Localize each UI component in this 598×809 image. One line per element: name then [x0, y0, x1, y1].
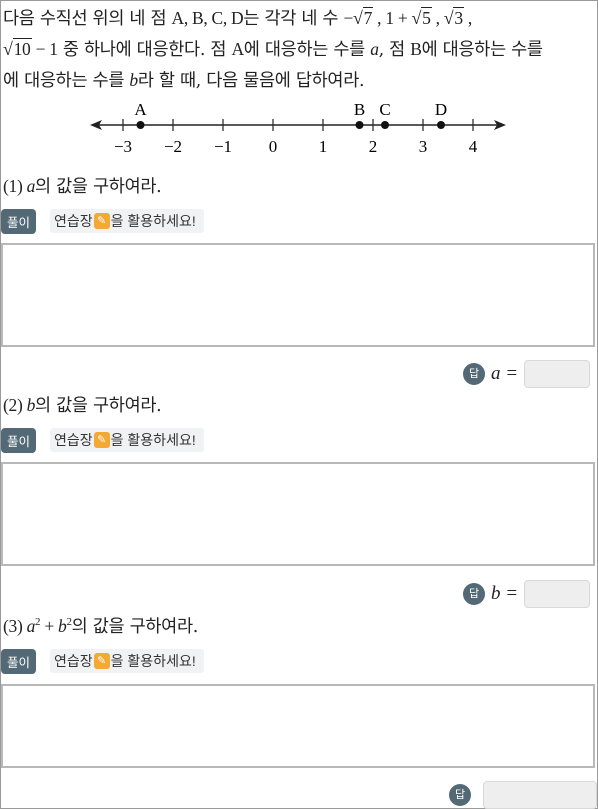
answer-row-3: 답	[449, 781, 597, 809]
work-area-3[interactable]	[1, 684, 595, 768]
tick-label: 1	[319, 137, 328, 156]
sqrt-3: √3	[443, 7, 464, 28]
practice-pad-link[interactable]: 연습장 ✎ 을 활용하세요!	[50, 209, 204, 233]
pencil-icon: ✎	[93, 213, 110, 229]
answer-input-a[interactable]	[524, 360, 591, 388]
solution-row-2: 풀이 연습장 ✎ 을 활용하세요!	[1, 427, 204, 453]
work-area-1[interactable]	[1, 243, 595, 347]
tick-label: 2	[369, 137, 378, 156]
solution-button[interactable]: 풀이	[1, 648, 37, 674]
answer-row-2: 답 b =	[463, 580, 591, 608]
point-C	[381, 121, 389, 129]
point-label-B: B	[354, 100, 365, 119]
question-3: (3) a2 + b2의 값을 구하여라.	[3, 616, 199, 637]
tick-label: 3	[419, 137, 428, 156]
sqrt-7: √7	[353, 7, 374, 28]
practice-pad-link[interactable]: 연습장 ✎ 을 활용하세요!	[50, 649, 204, 673]
question-2: (2) b의 값을 구하여라.	[3, 395, 162, 416]
answer-badge: 답	[463, 583, 485, 605]
tick-label: 0	[269, 137, 278, 156]
solution-button[interactable]: 풀이	[1, 208, 37, 234]
work-area-2[interactable]	[1, 462, 595, 566]
practice-pad-link[interactable]: 연습장 ✎ 을 활용하세요!	[50, 428, 204, 452]
point-B	[355, 121, 364, 129]
point-label-C: C	[379, 100, 390, 119]
point-A	[136, 121, 145, 129]
answer-row-1: 답 a =	[463, 360, 591, 388]
answer-badge: 답	[449, 784, 471, 806]
solution-button[interactable]: 풀이	[1, 427, 37, 453]
point-D	[437, 121, 445, 129]
sqrt-5: √5	[411, 7, 432, 28]
tick-label: −3	[114, 137, 132, 156]
question-1: (1) a의 값을 구하여라.	[3, 176, 162, 197]
answer-input-3[interactable]	[483, 781, 597, 809]
solution-row-1: 풀이 연습장 ✎ 을 활용하세요!	[1, 208, 204, 234]
answer-input-b[interactable]	[524, 580, 591, 608]
pencil-icon: ✎	[93, 432, 110, 448]
point-label-A: A	[134, 100, 147, 119]
tick-label: 4	[469, 137, 478, 156]
problem-statement: 다음 수직선 위의 네 점 A, B, C, D는 각각 네 수 −√7 , 1…	[3, 3, 595, 96]
sqrt-10: √10	[3, 38, 32, 59]
tick-label: −2	[164, 137, 182, 156]
pencil-icon: ✎	[93, 653, 110, 669]
solution-row-3: 풀이 연습장 ✎ 을 활용하세요!	[1, 648, 204, 674]
tick-label: −1	[214, 137, 232, 156]
point-label-D: D	[435, 100, 447, 119]
number-line: −3 −2 −1 0 1 2 3 4 A B C D	[90, 100, 506, 156]
answer-badge: 답	[463, 363, 485, 385]
